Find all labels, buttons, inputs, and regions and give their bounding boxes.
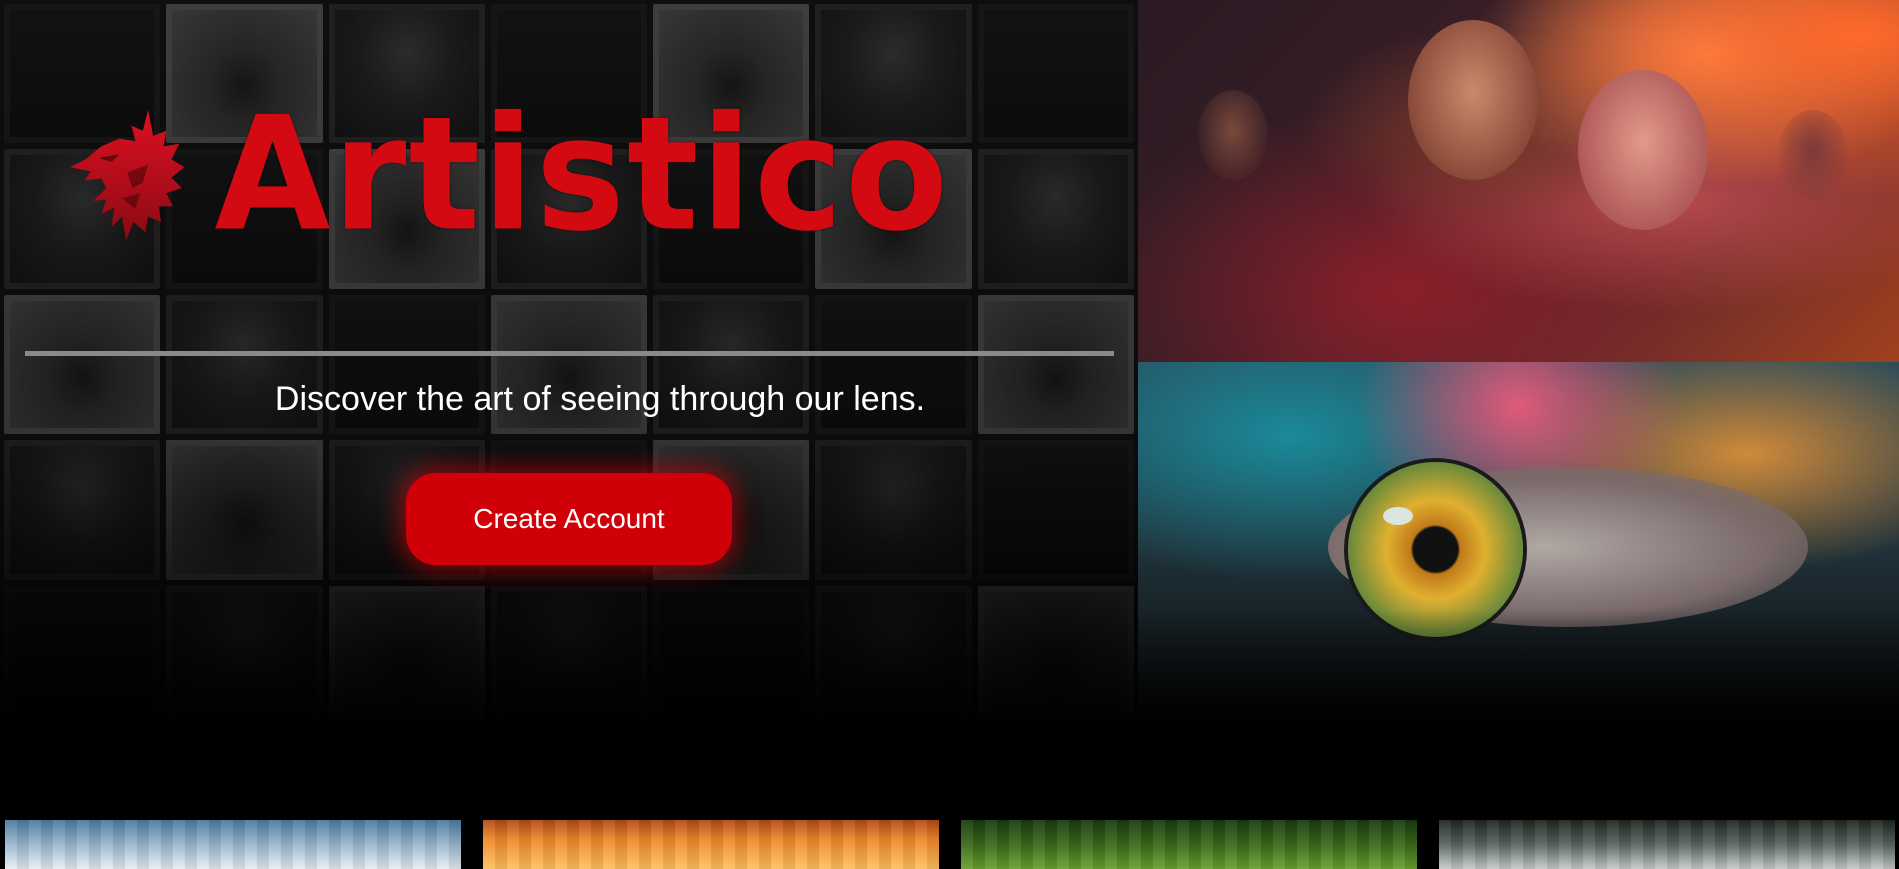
thumbnail-strip bbox=[0, 820, 1899, 869]
wolf-icon bbox=[70, 109, 185, 241]
hero-left: Artistico Discover the art of seeing thr… bbox=[0, 0, 1138, 729]
misty-forest-thumbnail[interactable] bbox=[1439, 820, 1895, 869]
landing-page: Artistico Discover the art of seeing thr… bbox=[0, 0, 1899, 869]
sunset-thumbnail[interactable] bbox=[483, 820, 939, 869]
hero-tagline: Discover the art of seeing through our l… bbox=[274, 380, 926, 418]
party-photo bbox=[1138, 0, 1899, 362]
brand-name: Artistico bbox=[214, 83, 950, 267]
create-account-button[interactable]: Create Account bbox=[406, 473, 732, 565]
forest-thumbnail[interactable] bbox=[961, 820, 1417, 869]
sky-thumbnail[interactable] bbox=[5, 820, 461, 869]
hero-right bbox=[1138, 0, 1899, 729]
eye-photo bbox=[1138, 362, 1899, 729]
brand-logo[interactable]: Artistico bbox=[70, 50, 950, 300]
hero-divider bbox=[25, 351, 1114, 356]
